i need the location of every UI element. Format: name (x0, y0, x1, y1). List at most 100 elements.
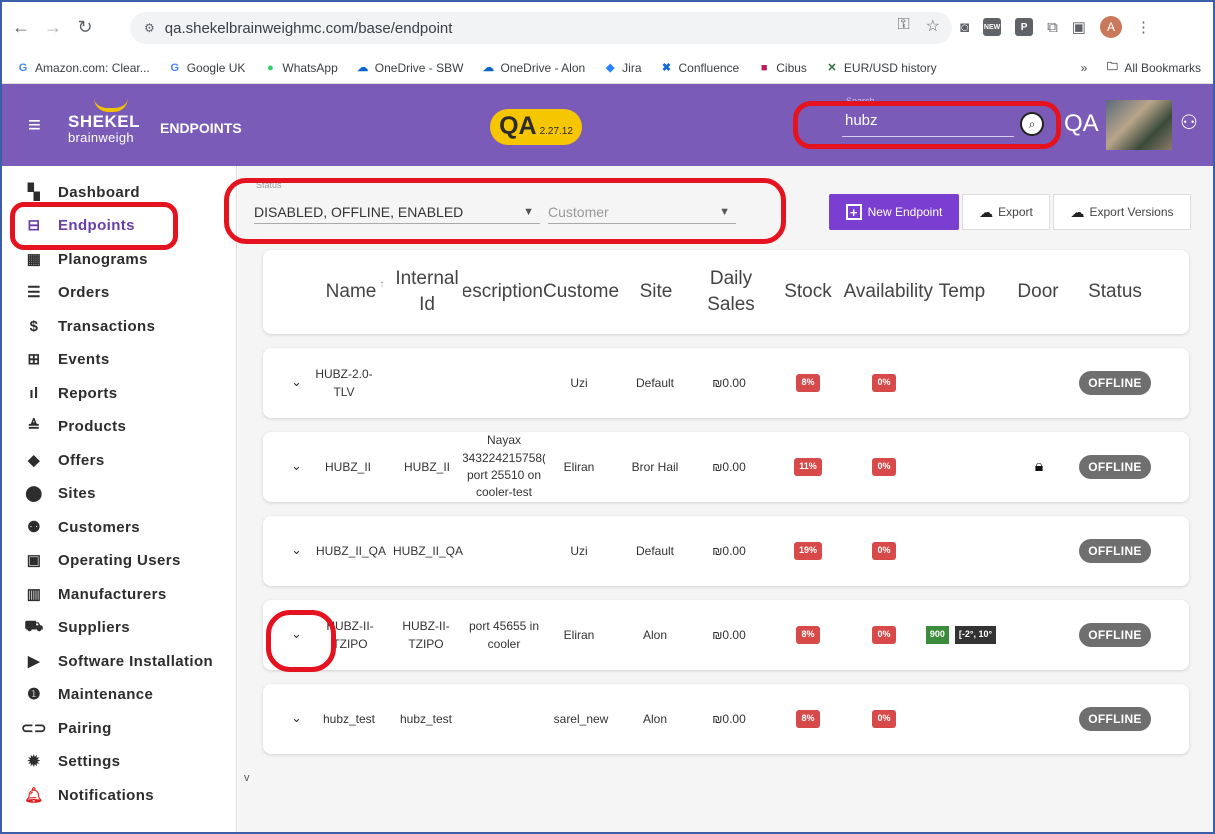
cell-name: HUBZ-II- TZIPO (326, 619, 374, 651)
address-bar[interactable]: ⚙ qa.shekelbrainweighmc.com/base/endpoin… (130, 12, 952, 44)
bookmark-onedrive-sbw[interactable]: ☁ OneDrive - SBW (356, 61, 463, 75)
export-versions-button[interactable]: ☁ Export Versions (1053, 194, 1191, 230)
expand-chevron-icon[interactable]: ⌄ (291, 542, 302, 558)
column-header-customer[interactable]: Customer (543, 250, 619, 334)
column-header-name[interactable]: Name ↑ (317, 250, 393, 334)
column-header-availability[interactable]: Availability (839, 250, 933, 334)
column-header-stock[interactable]: Stock (779, 250, 837, 334)
sidebar-item-dashboard[interactable]: ▚ Dashboard (24, 178, 140, 206)
export-button[interactable]: ☁ Export (962, 194, 1050, 230)
sidebar-item-endpoints[interactable]: ⊟ Endpoints (24, 211, 135, 239)
bookmark-eurusd[interactable]: ✕ EUR/USD history (825, 61, 936, 75)
sidebar-item-manufacturers[interactable]: ▥ Manufacturers (24, 580, 167, 608)
bookmark-jira[interactable]: ◆ Jira (603, 61, 642, 75)
hamburger-menu-icon[interactable]: ≡ (28, 112, 41, 138)
bookmark-amazon[interactable]: G Amazon.com: Clear... (16, 61, 150, 75)
column-header-description[interactable]: Description (463, 250, 543, 334)
puzzle-icon[interactable]: ⧉ (1047, 19, 1058, 36)
forward-arrow-icon[interactable]: → (40, 14, 66, 40)
status-badge: OFFLINE (1079, 539, 1151, 563)
sidepanel-icon[interactable]: ▣ (1072, 18, 1086, 36)
expand-chevron-icon[interactable]: ⌄ (291, 374, 302, 390)
whatsapp-icon: ● (267, 61, 274, 74)
column-header-site[interactable]: Site (623, 250, 689, 334)
stock-badge: 19% (793, 542, 822, 560)
sidebar-item-sites[interactable]: ⬤ Sites (24, 479, 96, 507)
site-info-icon[interactable]: ⚙ (144, 21, 155, 35)
column-header-door[interactable]: Door (1007, 250, 1069, 334)
folder-icon: 🗀 (1106, 61, 1118, 73)
chevron-down-icon: ▼ (719, 205, 730, 218)
column-header-status[interactable]: Status (1075, 250, 1155, 334)
sidebar-item-customers[interactable]: ⚉ Customers (24, 513, 140, 541)
column-header-internal-id[interactable]: Internal Id (387, 250, 467, 334)
cell-name: HUBZ_II_QA (315, 544, 387, 558)
reload-icon[interactable]: ↻ (72, 14, 98, 40)
sidebar-item-pairing[interactable]: ⊂⊃ Pairing (21, 714, 112, 742)
cell-internal-id: hubz_test (399, 712, 453, 726)
bookmark-cibus[interactable]: ■ Cibus (757, 61, 807, 75)
new-endpoint-button[interactable]: + New Endpoint (829, 194, 959, 230)
cell-daily-sales: ₪0.00 (712, 376, 746, 390)
sidebar-item-suppliers[interactable]: ⛟ Suppliers (24, 613, 130, 641)
star-icon[interactable]: ☆ (926, 16, 940, 36)
table-row[interactable]: ⌄ hubz_test hubz_test sarel_new Alon ₪0.… (263, 684, 1189, 754)
sidebar-item-products[interactable]: ≜ Products (24, 412, 126, 440)
user-account-icon[interactable]: ⚇ (1180, 110, 1198, 135)
customer-filter-select[interactable]: Customer ▼ (548, 200, 736, 224)
key-icon[interactable]: ⚿ (897, 16, 909, 36)
cell-internal-id: HUBZ_II (403, 460, 450, 474)
stock-badge: 11% (794, 458, 822, 476)
sidebar-item-offers[interactable]: ◆ Offers (24, 446, 105, 474)
table-row[interactable]: ⌄ HUBZ-2.0- TLV Uzi Default ₪0.00 8% 0% … (263, 348, 1189, 418)
kebab-menu-icon[interactable]: ⋮ (1136, 18, 1151, 36)
table-row[interactable]: ⌄ HUBZ-II- TZIPO HUBZ-II- TZIPO port 456… (263, 600, 1189, 670)
bookmark-onedrive-alon[interactable]: ☁ OneDrive - Alon (481, 61, 585, 75)
all-bookmarks[interactable]: 🗀 All Bookmarks (1105, 61, 1201, 75)
sidebar-item-transactions[interactable]: $ Transactions (24, 312, 155, 340)
extension-p-icon[interactable]: P (1015, 18, 1034, 36)
table-row[interactable]: ⌄ HUBZ_II_QA HUBZ_II_QA Uzi Default ₪0.0… (263, 516, 1189, 586)
table-row[interactable]: ⌄ HUBZ_II HUBZ_II Nayax 343224215758( po… (263, 432, 1189, 502)
user-photo[interactable] (1106, 100, 1172, 150)
status-badge: OFFLINE (1079, 707, 1151, 731)
search-field[interactable]: Search hubz ⌕ (798, 96, 1054, 146)
google-g-icon: G (18, 61, 28, 74)
sidebar-item-events[interactable]: ⊞ Events (24, 345, 110, 373)
camera-icon[interactable]: ◙ (960, 19, 969, 36)
expand-chevron-icon[interactable]: ⌄ (291, 710, 302, 726)
column-header-temp[interactable]: Temp (933, 250, 991, 334)
back-arrow-icon[interactable]: ← (8, 14, 34, 40)
cell-internal-id: HUBZ_II_QA (392, 544, 464, 558)
gear-icon: ✹ (27, 753, 41, 770)
sidebar-item-maintenance[interactable]: ❶ Maintenance (24, 680, 153, 708)
expand-chevron-icon[interactable]: ⌄ (291, 458, 302, 474)
search-input[interactable]: hubz (845, 112, 878, 129)
sidebar-item-reports[interactable]: ıl Reports (24, 379, 117, 407)
column-header-daily-sales[interactable]: Daily Sales (699, 250, 763, 334)
list-icon: ☰ (27, 284, 41, 301)
bookmark-confluence[interactable]: ✖ Confluence (660, 61, 739, 75)
sidebar-item-settings[interactable]: ✹ Settings (24, 747, 120, 775)
sidebar-item-software-installation[interactable]: ▶ Software Installation (24, 647, 213, 675)
bookmark-whatsapp[interactable]: ● WhatsApp (263, 61, 338, 75)
cell-site: Bror Hail (631, 460, 679, 474)
search-icon[interactable]: ⌕ (1020, 112, 1044, 136)
cell-internal-id (389, 348, 461, 418)
main-content: Status DISABLED, OFFLINE, ENABLED ▼ Cust… (238, 166, 1213, 832)
sidebar-item-orders[interactable]: ☰ Orders (24, 278, 110, 306)
expand-chevron-icon[interactable]: ⌄ (291, 626, 302, 642)
status-filter-select[interactable]: DISABLED, OFFLINE, ENABLED ▼ (254, 200, 540, 224)
info-icon: ❶ (27, 686, 41, 703)
sort-arrow-icon[interactable]: ↑ (379, 278, 384, 292)
bookmark-google-uk[interactable]: G Google UK (168, 61, 245, 75)
more-bookmarks-icon[interactable]: » (1081, 61, 1088, 75)
dashboard-icon: ▚ (28, 184, 40, 201)
chart-icon: ✕ (827, 62, 837, 74)
extension-new-icon[interactable]: NEW (983, 18, 1002, 36)
sidebar-item-operating-users[interactable]: ▣ Operating Users (24, 546, 181, 574)
profile-avatar[interactable]: A (1099, 16, 1122, 38)
shekel-logo[interactable]: SHEKEL brainweigh (68, 102, 140, 145)
sidebar-item-planograms[interactable]: ▦ Planograms (24, 245, 148, 273)
sidebar-item-notifications[interactable]: 🔔︎ Notifications (24, 781, 154, 809)
